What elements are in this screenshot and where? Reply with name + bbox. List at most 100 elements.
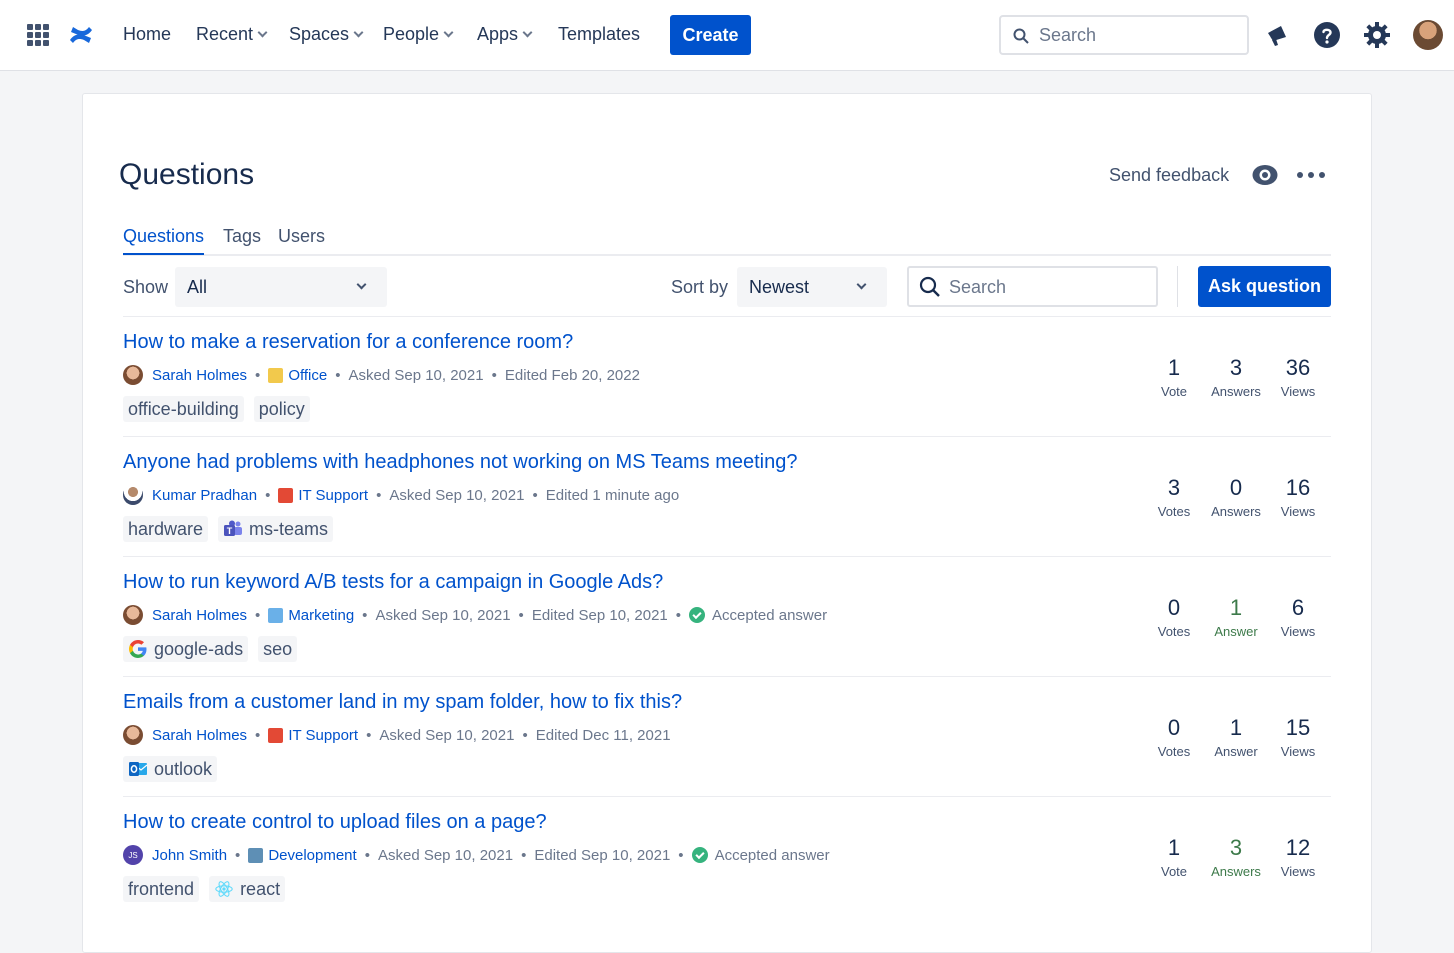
question-meta: Sarah Holmes • Office • Asked Sep 10, 20… — [123, 365, 640, 385]
votes-count: 1 — [1167, 355, 1181, 380]
tag-with-icon[interactable]: T ms-teams — [218, 516, 334, 542]
accepted-check-icon — [689, 607, 706, 623]
votes-label: Votes — [1157, 744, 1191, 759]
question-meta: Kumar Pradhan • IT Support • Asked Sep 1… — [123, 485, 679, 505]
nav-apps-label: Apps — [477, 24, 519, 44]
tag[interactable]: seo — [258, 636, 298, 662]
tab-questions[interactable]: Questions — [123, 226, 205, 255]
answers-stat: 1 Answer — [1201, 595, 1271, 639]
space-link[interactable]: Office — [288, 367, 327, 384]
tag[interactable]: frontend — [123, 876, 200, 902]
author-avatar[interactable] — [123, 365, 143, 385]
tag-with-icon[interactable]: react — [209, 876, 286, 902]
help-icon[interactable] — [1313, 21, 1341, 49]
sort-select[interactable]: Newest — [737, 267, 887, 307]
tag-list: frontend react — [123, 876, 286, 902]
notifications-megaphone-icon[interactable] — [1263, 21, 1291, 49]
tab-tags[interactable]: Tags — [223, 226, 261, 253]
confluence-logo-icon[interactable] — [68, 22, 94, 48]
author-avatar-initials[interactable]: JS — [123, 845, 143, 865]
chevron-down-icon — [856, 279, 867, 290]
page-title: Questions — [119, 158, 255, 191]
ask-question-button[interactable]: Ask question — [1198, 266, 1331, 307]
question-title-link[interactable]: How to make a reservation for a conferen… — [123, 331, 573, 354]
accepted-answer-label: Accepted answer — [712, 606, 828, 624]
question-stats: 0 Votes 1 Answer 15 Views — [1156, 715, 1331, 765]
question-title-link[interactable]: How to create control to upload files on… — [123, 811, 547, 834]
author-link[interactable]: Kumar Pradhan — [152, 487, 257, 504]
chevron-down-icon — [443, 27, 454, 38]
question-row: How to run keyword A/B tests for a campa… — [123, 556, 1331, 676]
views-stat: 6 Views — [1263, 595, 1333, 639]
author-link[interactable]: John Smith — [152, 847, 227, 864]
marketing-space-icon — [268, 607, 284, 623]
questions-search-input[interactable] — [949, 275, 1149, 299]
accepted-answer-label: Accepted answer — [714, 846, 830, 864]
global-search[interactable] — [999, 15, 1249, 55]
questions-search[interactable] — [907, 266, 1158, 307]
tag[interactable]: office-building — [123, 396, 244, 422]
nav-apps[interactable]: Apps — [477, 24, 533, 45]
author-link[interactable]: Sarah Holmes — [152, 367, 247, 384]
nav-home[interactable]: Home — [123, 24, 171, 45]
question-stats: 0 Votes 1 Answer 6 Views — [1156, 595, 1331, 645]
views-label: Views — [1280, 864, 1316, 879]
send-feedback-link[interactable]: Send feedback — [1109, 165, 1229, 186]
sort-label: Sort by — [671, 277, 729, 297]
votes-label: Votes — [1157, 504, 1191, 519]
space-link[interactable]: IT Support — [288, 727, 358, 744]
question-stats: 1 Vote 3 Answers 36 Views — [1156, 355, 1331, 405]
questions-card: Questions Send feedback Questions Tags U… — [82, 93, 1372, 953]
nav-spaces[interactable]: Spaces — [289, 24, 364, 45]
nav-templates[interactable]: Templates — [558, 24, 640, 45]
show-select[interactable]: All — [175, 267, 387, 307]
question-title-link[interactable]: How to run keyword A/B tests for a campa… — [123, 571, 663, 594]
nav-recent[interactable]: Recent — [196, 24, 268, 45]
tag[interactable]: policy — [253, 396, 310, 422]
author-avatar[interactable] — [123, 725, 143, 745]
answers-label: Answers — [1211, 864, 1261, 879]
author-avatar[interactable] — [123, 605, 143, 625]
tag-label: google-ads — [154, 638, 244, 659]
votes-label: Vote — [1160, 384, 1188, 399]
author-link[interactable]: Sarah Holmes — [152, 607, 247, 624]
votes-count: 0 — [1167, 715, 1181, 740]
space-link[interactable]: IT Support — [298, 487, 368, 504]
views-stat: 12 Views — [1263, 835, 1333, 879]
author-link[interactable]: Sarah Holmes — [152, 727, 247, 744]
tag-with-icon[interactable]: google-ads — [123, 636, 249, 662]
office-space-icon — [268, 367, 284, 383]
votes-stat: 0 Votes — [1139, 595, 1209, 639]
views-label: Views — [1280, 384, 1316, 399]
tab-users[interactable]: Users — [278, 226, 325, 253]
space-link[interactable]: Marketing — [288, 607, 354, 624]
question-row: How to create control to upload files on… — [123, 796, 1331, 916]
it-support-space-icon — [278, 487, 294, 503]
question-title-link[interactable]: Anyone had problems with headphones not … — [123, 451, 797, 474]
app-switcher-icon[interactable] — [27, 24, 49, 46]
watch-eye-icon[interactable] — [1251, 162, 1279, 188]
nav-spaces-label: Spaces — [289, 24, 350, 44]
space-link[interactable]: Development — [268, 847, 356, 864]
settings-gear-icon[interactable] — [1363, 21, 1391, 49]
create-button[interactable]: Create — [670, 15, 751, 55]
tab-bar: Questions Tags Users — [123, 224, 1331, 256]
chevron-down-icon — [522, 27, 533, 38]
question-row: Emails from a customer land in my spam f… — [123, 676, 1331, 796]
votes-count: 1 — [1167, 835, 1181, 860]
tag-list: hardware T ms-teams — [123, 516, 334, 542]
tag-with-icon[interactable]: outlook — [123, 756, 218, 782]
tag[interactable]: hardware — [123, 516, 209, 542]
edited-date: Edited 1 minute ago — [545, 486, 680, 504]
nav-home-label: Home — [123, 24, 172, 44]
global-search-input[interactable] — [1039, 23, 1239, 47]
more-actions-icon[interactable] — [1297, 164, 1325, 186]
nav-people[interactable]: People — [383, 24, 454, 45]
user-avatar[interactable] — [1413, 20, 1443, 50]
tag-label: react — [240, 878, 281, 899]
views-stat: 36 Views — [1263, 355, 1333, 399]
views-stat: 16 Views — [1263, 475, 1333, 519]
author-avatar[interactable] — [123, 485, 143, 505]
question-title-link[interactable]: Emails from a customer land in my spam f… — [123, 691, 682, 714]
it-support-space-icon — [268, 727, 284, 743]
